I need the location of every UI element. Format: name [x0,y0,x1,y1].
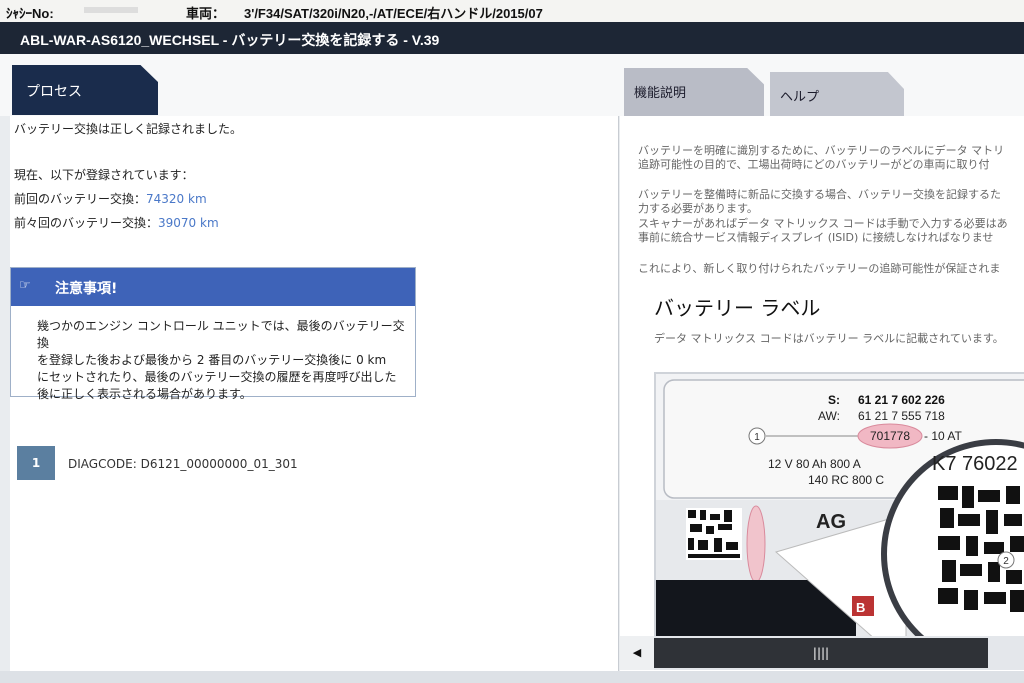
pointing-hand-icon: ☞ [19,278,31,293]
function-description-panel: バッテリーを明確に識別するために、バッテリーのラベルにデータ マトリ 追跡可能性… [620,116,1024,671]
tab-help[interactable]: ヘルプ [770,72,904,122]
battery-label-illustration: S: 61 21 7 602 226 AW: 61 21 7 555 718 1… [656,379,1024,640]
marker-1: 1 [754,432,760,443]
k7-code: K7 76022 [932,453,1018,475]
highlighted-code: 701778 [870,429,910,443]
notice-line: にセットされたり、最後のバッテリー交換の履歴を再度呼び出した [37,370,397,384]
notice-body: 幾つかのエンジン コントロール ユニットでは、最後のバッテリー交換 を登録した後… [37,318,407,403]
second-previous-replacement: 前々回のバッテリー交換：39070 km [14,214,219,231]
help-text: これにより、新しく取り付けられたバッテリーの追跡可能性が保証されま [638,262,1001,275]
vehicle-label: 車両： [186,6,226,21]
label-s-value: 61 21 7 602 226 [858,393,945,407]
chassis-number-redacted [84,7,138,13]
previous-replacement: 前回のバッテリー交換：74320 km [14,190,207,207]
red-b-badge: B [856,600,865,615]
code-suffix: - 10 AT [924,429,962,443]
spec-line-1: 12 V 80 Ah 800 A [768,457,861,471]
second-previous-value: 39070 km [158,216,219,230]
label-aw-value: 61 21 7 555 718 [858,409,945,423]
scrollbar-thumb[interactable]: |||| [654,638,988,668]
notice-line: を登録した後および最後から 2 番目のバッテリー交換後に 0 km [37,353,387,367]
label-aw-key: AW: [818,409,840,423]
notice-title: 注意事項! [55,281,118,297]
diag-step-number: 1 [17,446,55,480]
registered-intro: 現在、以下が登録されています： [14,168,194,182]
second-previous-label: 前々回のバッテリー交換： [14,216,159,230]
success-message: バッテリー交換は正しく記録されました。 [14,122,243,136]
vehicle-value: 3'/F34/SAT/320i/N20,-/AT/ECE/右ハンドル/2015/… [244,6,543,21]
tab-function-description[interactable]: 機能説明 [624,68,764,116]
marker-2: 2 [1003,556,1009,567]
previous-replacement-value: 74320 km [146,192,207,206]
tab-help-label: ヘルプ [780,90,820,105]
previous-replacement-label: 前回のバッテリー交換： [14,192,147,206]
battery-label-heading: バッテリー ラベル [654,296,821,320]
help-text: 追跡可能性の目的で、工場出荷時にどのバッテリーがどの車両に取り付 [638,158,990,171]
tab-function-label: 機能説明 [634,86,687,101]
horizontal-scrollbar[interactable]: ◀ |||| [620,636,1024,670]
notice-header: ☞ 注意事項! [11,268,415,306]
vehicle-info-bar: ｼｬｼｰNo: 車両： 3'/F34/SAT/320i/N20,-/AT/ECE… [0,0,1024,23]
chassis-label: ｼｬｼｰNo: [6,6,54,21]
label-s-key: S: [828,393,840,407]
tab-process-label: プロセス [26,84,82,100]
bottom-edge [0,671,1024,683]
scroll-left-arrow-icon[interactable]: ◀ [620,636,654,670]
tab-process[interactable]: プロセス [12,65,158,115]
label-brand-text: AG [816,511,846,533]
notice-box: ☞ 注意事項! 幾つかのエンジン コントロール ユニットでは、最後のバッテリー交… [10,267,416,401]
notice-line: 後に正しく表示される場合があります。 [37,387,252,401]
window-title: ABL-WAR-AS6120_WECHSEL - バッテリー交換を記録する - … [20,32,440,48]
diag-code: DIAGCODE: D6121_00000000_01_301 [68,457,298,471]
battery-label-image: S: 61 21 7 602 226 AW: 61 21 7 555 718 1… [654,372,1024,642]
spec-line-2: 140 RC 800 C [808,473,884,487]
notice-line: 幾つかのエンジン コントロール ユニットでは、最後のバッテリー交換 [37,319,405,350]
help-text: 力する必要があります。 [638,202,758,215]
window-title-bar: ABL-WAR-AS6120_WECHSEL - バッテリー交換を記録する - … [0,22,1024,54]
help-text: 事前に統合サービス情報ディスプレイ (ISID) に接続しなければなりませ [638,231,994,244]
battery-label-caption: データ マトリックス コードはバッテリー ラベルに記載されています。 [654,332,1004,345]
small-data-matrix [686,508,742,560]
